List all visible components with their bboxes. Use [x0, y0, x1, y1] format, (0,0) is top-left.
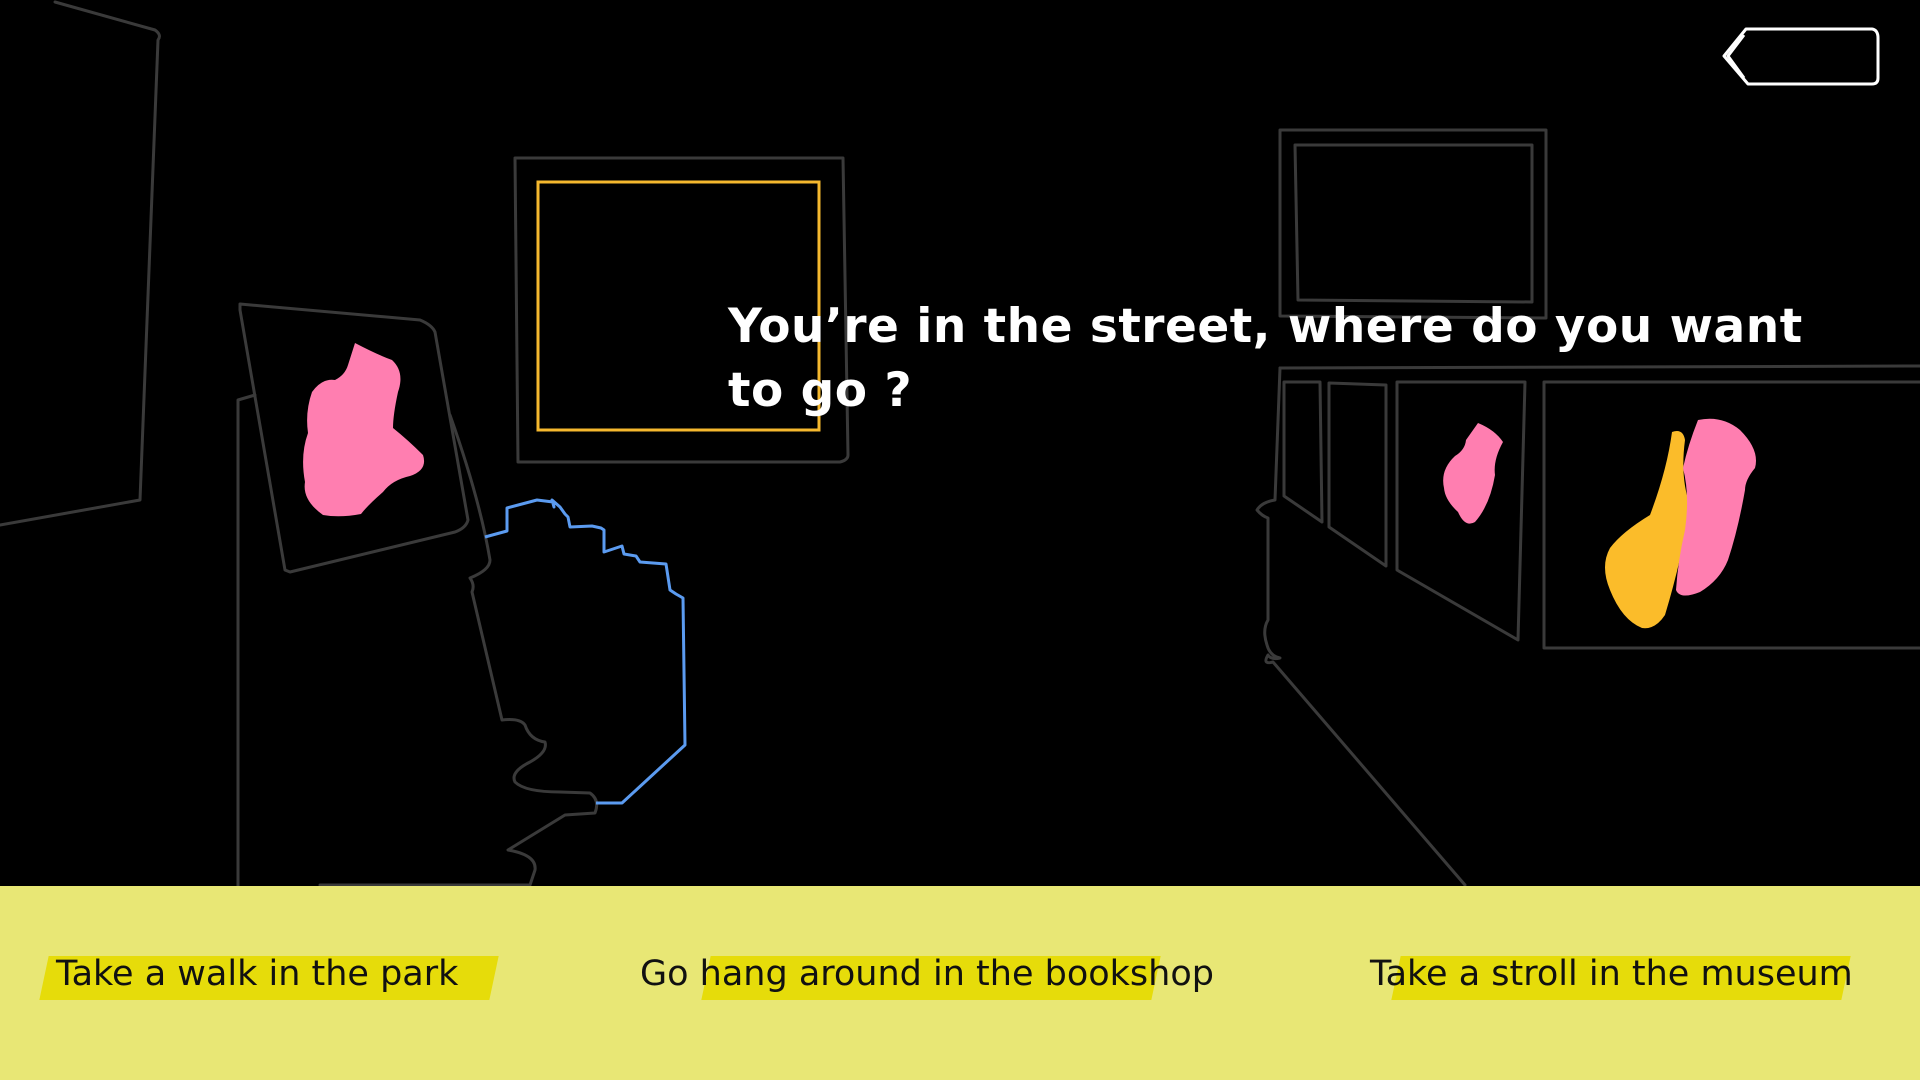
right-wall-outline	[1255, 366, 1467, 887]
tree-outline	[484, 498, 687, 805]
choice-bookshop[interactable]: Go hang around in the bookshop	[640, 944, 1240, 1004]
pink-blob-small	[1443, 423, 1503, 524]
choice-museum[interactable]: Take a stroll in the museum	[1370, 944, 1890, 1004]
window-right-inner	[1293, 143, 1534, 304]
choice-panel: Take a walk in the park Go hang around i…	[0, 886, 1920, 1080]
chevron-left-icon	[1722, 27, 1880, 86]
yellow-blob	[1605, 431, 1690, 629]
game-stage: You’re in the street, where do you want …	[0, 0, 1920, 1080]
left-building-outline	[0, 0, 161, 527]
pink-blob-right	[1676, 418, 1756, 596]
choice-label: Take a walk in the park	[56, 954, 459, 994]
window-right-outer	[1278, 128, 1548, 320]
pink-blob-left	[303, 343, 425, 517]
left-pillar-outline	[236, 393, 257, 890]
back-button[interactable]	[1720, 26, 1880, 88]
scene-prompt: You’re in the street, where do you want …	[728, 299, 1803, 418]
choice-label: Take a stroll in the museum	[1370, 954, 1853, 994]
choice-park[interactable]: Take a walk in the park	[39, 944, 499, 1004]
choice-label: Go hang around in the bookshop	[640, 954, 1214, 994]
